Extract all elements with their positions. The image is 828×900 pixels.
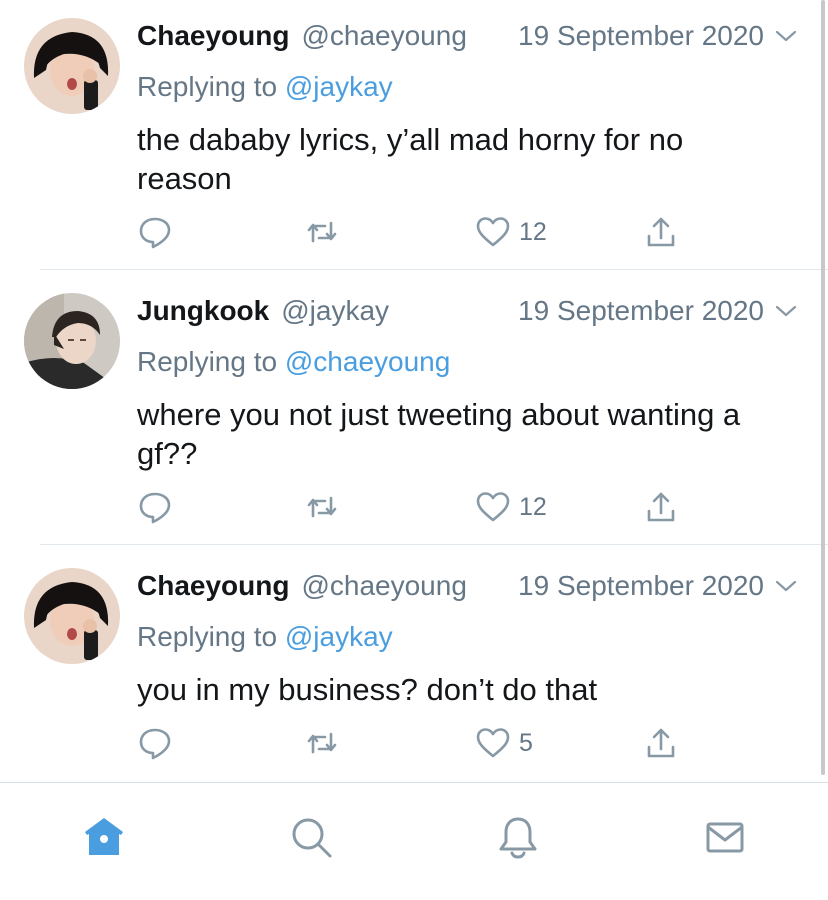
avatar[interactable]	[24, 18, 120, 114]
replying-to: Replying to @jaykay	[137, 67, 393, 107]
user-handle[interactable]: @jaykay	[281, 295, 389, 326]
chevron-down-icon[interactable]	[774, 299, 798, 323]
tweet-date: 19 September 2020	[518, 570, 764, 601]
like-button[interactable]: 12	[475, 212, 547, 252]
tweet-actions: 12	[137, 487, 697, 527]
retweet-icon	[307, 221, 337, 243]
user-handle[interactable]: @chaeyoung	[301, 570, 466, 601]
tab-home[interactable]	[80, 813, 128, 861]
tweet[interactable]: Chaeyoung @chaeyoung 19 September 2020 Re…	[0, 0, 828, 269]
tab-messages[interactable]	[701, 813, 749, 861]
tweet-header: Chaeyoung @chaeyoung 19 September 2020	[137, 566, 768, 606]
replying-to: Replying to @chaeyoung	[137, 342, 450, 382]
share-icon	[647, 492, 675, 522]
heart-icon	[476, 217, 510, 247]
tweet-header: Chaeyoung @chaeyoung 19 September 2020	[137, 16, 768, 56]
share-button[interactable]	[643, 723, 679, 763]
chevron-down-icon[interactable]	[774, 24, 798, 48]
tweet[interactable]: Jungkook @jaykay 19 September 2020 Replyi…	[0, 270, 828, 544]
messages-icon	[706, 822, 744, 853]
share-icon	[647, 728, 675, 758]
retweet-icon	[307, 496, 337, 518]
retweet-button[interactable]	[304, 212, 340, 252]
display-name[interactable]: Chaeyoung	[137, 20, 289, 51]
tweet-date: 19 September 2020	[518, 295, 764, 326]
avatar[interactable]	[24, 568, 120, 664]
replying-to: Replying to @jaykay	[137, 617, 393, 657]
like-button[interactable]: 12	[475, 487, 547, 527]
tweet-date: 19 September 2020	[518, 20, 764, 51]
heart-icon	[476, 728, 510, 758]
mention-link[interactable]: @jaykay	[285, 71, 393, 102]
tweet-text: where you not just tweeting about wantin…	[137, 397, 741, 471]
like-count: 12	[519, 217, 547, 246]
retweet-button[interactable]	[304, 723, 340, 763]
home-icon	[85, 818, 123, 855]
reply-button[interactable]	[137, 723, 173, 763]
avatar[interactable]	[24, 293, 120, 389]
search-icon	[292, 818, 332, 858]
retweet-button[interactable]	[304, 487, 340, 527]
tweet-text: you in my business? don’t do that	[137, 672, 598, 707]
reply-icon	[139, 728, 171, 760]
replying-prefix: Replying to	[137, 346, 278, 377]
tweet-actions: 5	[137, 723, 697, 763]
like-count: 5	[519, 728, 533, 757]
user-handle[interactable]: @chaeyoung	[301, 20, 466, 51]
reply-button[interactable]	[137, 487, 173, 527]
tweet-text: the dababy lyrics, y’all mad horny for n…	[137, 122, 684, 196]
chevron-down-icon[interactable]	[774, 574, 798, 598]
display-name[interactable]: Jungkook	[137, 295, 269, 326]
reply-icon	[139, 217, 171, 249]
heart-icon	[476, 492, 510, 522]
reply-icon	[139, 492, 171, 524]
tab-notifications[interactable]	[494, 813, 542, 861]
share-icon	[647, 217, 675, 247]
tweet-thread: Chaeyoung @chaeyoung 19 September 2020 Re…	[0, 0, 828, 782]
reply-button[interactable]	[137, 212, 173, 252]
display-name[interactable]: Chaeyoung	[137, 570, 289, 601]
notifications-icon	[499, 817, 537, 859]
bottom-tab-bar	[0, 782, 828, 900]
tweet[interactable]: Chaeyoung @chaeyoung 19 September 2020 Re…	[0, 545, 828, 781]
share-button[interactable]	[643, 212, 679, 252]
like-count: 12	[519, 492, 547, 521]
replying-prefix: Replying to	[137, 621, 278, 652]
retweet-icon	[307, 732, 337, 754]
share-button[interactable]	[643, 487, 679, 527]
tab-search[interactable]	[287, 813, 335, 861]
tweet-actions: 12	[137, 212, 697, 252]
scrollbar[interactable]	[821, 0, 825, 775]
replying-prefix: Replying to	[137, 71, 278, 102]
like-button[interactable]: 5	[475, 723, 533, 763]
mention-link[interactable]: @chaeyoung	[285, 346, 450, 377]
tweet-header: Jungkook @jaykay 19 September 2020	[137, 291, 768, 331]
mention-link[interactable]: @jaykay	[285, 621, 393, 652]
